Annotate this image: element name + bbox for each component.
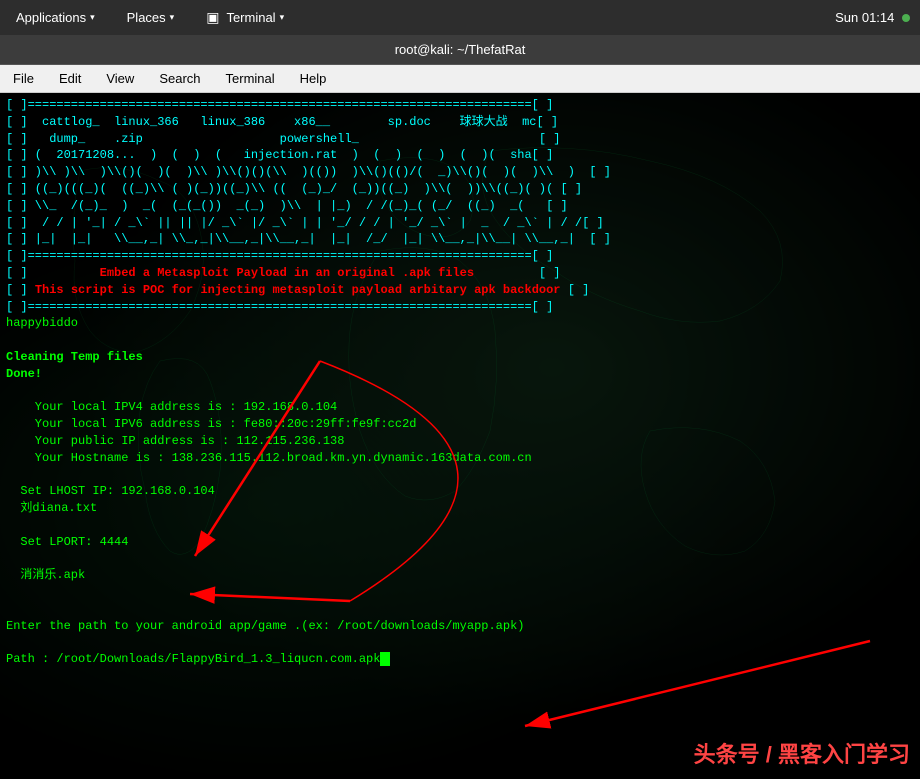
blank-8 — [6, 635, 914, 652]
terminal-content[interactable]: [ ]=====================================… — [0, 93, 920, 779]
terminal-menu[interactable]: ▣ Terminal ▾ — [200, 5, 290, 30]
ascii-border-end: [ ]=====================================… — [6, 299, 914, 316]
applications-label: Applications — [16, 10, 86, 25]
public-ip-line: Your public IP address is : 112.115.236.… — [6, 433, 914, 450]
datetime-label: Sun 01:14 — [835, 10, 894, 25]
menu-terminal[interactable]: Terminal — [221, 69, 280, 88]
apk-line: 消消乐.apk — [6, 567, 914, 584]
ipv6-line: Your local IPV6 address is : fe80::20c:2… — [6, 416, 914, 433]
applications-arrow: ▾ — [90, 12, 95, 23]
menu-edit[interactable]: Edit — [54, 69, 86, 88]
ascii-line-1: [ ] cattlog_ linux_366 linux_386 x86__ s… — [6, 114, 914, 131]
ascii-border-top: [ ]=====================================… — [6, 97, 914, 114]
system-bar-left: Applications ▾ Places ▾ ▣ Terminal ▾ — [10, 5, 290, 30]
ascii-line-5: [ ] ((_)(((_)( ((_)\\ ( )(_))((_)\\ (( (… — [6, 181, 914, 198]
terminal-label: Terminal — [226, 10, 275, 25]
watermark-text: 头条号 / 黑客入门学习 — [694, 742, 910, 767]
ascii-border-bottom: [ ]=====================================… — [6, 248, 914, 265]
ascii-line-8: [ ] |_| |_| \\__,_| \\_,_|\\__,_|\\__,_|… — [6, 231, 914, 248]
blank-5 — [6, 551, 914, 568]
ascii-poc-line: [ ] This script is POC for injecting met… — [6, 282, 914, 299]
blank-4 — [6, 517, 914, 534]
window-title: root@kali: ~/ThefatRat — [395, 42, 526, 57]
ascii-line-7: [ ] / / | '_| / _\` || || |/ _\` |/ _\` … — [6, 215, 914, 232]
lhost-line: Set LHOST IP: 192.168.0.104 — [6, 483, 914, 500]
enter-path-line: Enter the path to your android app/game … — [6, 618, 914, 635]
status-dot — [902, 14, 910, 22]
ipv4-line: Your local IPV4 address is : 192.168.0.1… — [6, 399, 914, 416]
title-bar: root@kali: ~/ThefatRat — [0, 35, 920, 65]
blank-1 — [6, 332, 914, 349]
ascii-line-3: [ ] ( 20171208... ) ( ) ( injection.rat … — [6, 147, 914, 164]
system-bar: Applications ▾ Places ▾ ▣ Terminal ▾ Sun… — [0, 0, 920, 35]
watermark: 头条号 / 黑客入门学习 — [694, 737, 910, 769]
cleaning-line: Cleaning Temp files — [6, 349, 914, 366]
terminal-text: [ ]=====================================… — [6, 97, 914, 668]
menu-search[interactable]: Search — [154, 69, 205, 88]
diana-line: 刘diana.txt — [6, 500, 914, 517]
blank-6 — [6, 584, 914, 601]
terminal-cursor — [380, 652, 389, 666]
places-arrow: ▾ — [170, 12, 175, 23]
places-label: Places — [127, 10, 166, 25]
path-input-line: Path : /root/Downloads/FlappyBird_1.3_li… — [6, 651, 914, 668]
menu-view[interactable]: View — [101, 69, 139, 88]
ascii-line-6: [ ] \\_ /(_)_ ) _( (_(_()) _(_) )\\ | |_… — [6, 198, 914, 215]
hostname-line: Your Hostname is : 138.236.115.112.broad… — [6, 450, 914, 467]
blank-2 — [6, 383, 914, 400]
system-bar-right: Sun 01:14 — [835, 10, 910, 25]
done-line: Done! — [6, 366, 914, 383]
blank-3 — [6, 467, 914, 484]
terminal-window: root@kali: ~/ThefatRat File Edit View Se… — [0, 35, 920, 779]
menu-help[interactable]: Help — [295, 69, 332, 88]
lport-line: Set LPORT: 4444 — [6, 534, 914, 551]
places-menu[interactable]: Places ▾ — [121, 6, 181, 29]
happybiddo-line: happybiddo — [6, 315, 914, 332]
ascii-line-2: [ ] dump_ .zip powershell_ [ ] — [6, 131, 914, 148]
terminal-icon: ▣ — [206, 9, 219, 26]
ascii-line-4: [ ] )\\ )\\ )\\()( )( )\\ )\\()()(\\ )((… — [6, 164, 914, 181]
terminal-arrow: ▾ — [280, 12, 285, 23]
ascii-embed-line: [ ] Embed a Metasploit Payload in an ori… — [6, 265, 914, 282]
applications-menu[interactable]: Applications ▾ — [10, 6, 101, 29]
blank-7 — [6, 601, 914, 618]
menu-file[interactable]: File — [8, 69, 39, 88]
menu-bar: File Edit View Search Terminal Help — [0, 65, 920, 93]
